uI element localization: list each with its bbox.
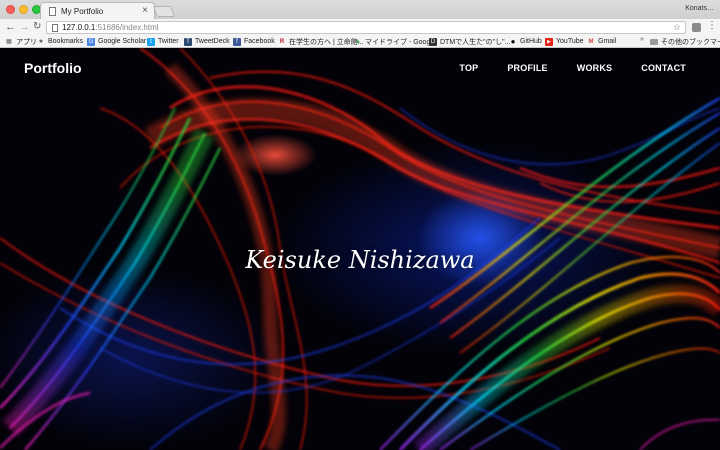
browser-tab-active[interactable]: My Portfolio × [40,2,155,19]
folder-icon [650,38,658,45]
google-drive-icon: ▲ [355,38,361,45]
ritsumeikan-icon: R [279,38,285,45]
bookmark-label: その他のブックマーク [661,38,720,46]
reload-icon[interactable]: ↻ [33,20,41,34]
bookmark-label: YouTube [556,38,584,45]
hero-name-heading: Keisuke Nishizawa [245,246,475,274]
nav-link-profile[interactable]: PROFILE [507,63,547,73]
bookmark-label: 在学生の方へ | 立命館... [289,38,364,46]
bookmark-label: DTMで人生た"の"し"... [440,38,511,46]
nav-link-top[interactable]: TOP [459,63,478,73]
browser-toolbar: ← → ↻ 127.0.0.1:51686/index.html ☆ ⋮ [0,19,720,35]
profile-name[interactable]: Konats… [685,5,714,12]
bookmarks-bar: ▦ アプリ ★ Bookmarks G Google Scholar t Twi… [0,35,720,48]
magenta-light-streams [0,391,720,450]
bookmark-google-drive[interactable]: ▲ マイドライブ - Googl... [354,36,438,47]
bookmark-other-folder[interactable]: その他のブックマーク [650,36,720,47]
apps-grid-icon: ▦ [6,38,12,45]
bookmark-label: アプリ [16,38,37,46]
bookmark-label: GitHub [520,38,542,45]
bookmarks-overflow-chevron-icon[interactable]: » [640,36,644,43]
bookmark-github[interactable]: ● GitHub [509,36,542,47]
bookmark-star-icon[interactable]: ☆ [673,22,681,33]
bookmark-ritsumeikan[interactable]: R 在学生の方へ | 立命館... [278,36,364,47]
tab-close-icon[interactable]: × [142,5,148,16]
nav-link-works[interactable]: WORKS [577,63,613,73]
bookmark-apps[interactable]: ▦ アプリ [5,36,37,47]
site-navigation: TOP PROFILE WORKS CONTACT [430,63,686,73]
bookmark-youtube[interactable]: ▶ YouTube [545,36,584,47]
close-window-button[interactable] [6,5,15,14]
bookmark-label: Gmail [598,38,617,45]
tweetdeck-icon: T [184,37,192,46]
back-arrow-icon[interactable]: ← [5,20,16,34]
minimize-window-button[interactable] [19,5,28,14]
bookmark-gmail[interactable]: M Gmail [587,36,617,47]
bookmark-label: Google Scholar [98,38,147,45]
bookmark-google-scholar[interactable]: G Google Scholar [87,36,146,47]
address-url[interactable]: 127.0.0.1:51686/index.html [62,23,159,32]
bookmark-label: Twitter [158,38,179,45]
page-icon [49,7,56,16]
nav-link-contact[interactable]: CONTACT [641,63,686,73]
url-path: :51686/index.html [95,23,159,32]
dtm-icon: D [429,37,437,46]
github-icon: ● [510,36,516,46]
bookmark-twitter[interactable]: t Twitter [147,36,179,47]
bookmark-label: マイドライブ - Googl... [365,38,438,46]
facebook-icon: f [233,37,241,46]
portfolio-page: Portfolio TOP PROFILE WORKS CONTACT Keis… [0,48,720,450]
star-icon: ★ [38,38,44,45]
bookmark-facebook[interactable]: f Facebook [233,36,275,47]
browser-menu-icon[interactable]: ⋮ [707,20,717,31]
site-logo[interactable]: Portfolio [24,60,82,76]
rainbow-glow-left [2,128,214,436]
browser-tab-bar: My Portfolio × Konats… [0,0,720,19]
url-host: 127.0.0.1 [62,23,96,32]
page-info-icon[interactable] [52,24,58,32]
extension-icon[interactable] [692,23,701,32]
bookmark-label: Facebook [244,38,275,45]
scholar-icon: G [87,37,95,46]
bookmark-tweetdeck[interactable]: T TweetDeck [184,36,230,47]
bookmark-label: Bookmarks [48,38,84,45]
bookmark-dtm[interactable]: D DTMで人生た"の"し"... [429,36,510,47]
twitter-bird-icon: t [147,37,155,46]
address-bar[interactable]: 127.0.0.1:51686/index.html ☆ [46,21,686,34]
new-tab-button[interactable] [152,6,176,17]
bookmark-label: TweetDeck [195,38,230,45]
gmail-icon: M [588,38,594,45]
youtube-icon: ▶ [545,37,553,46]
tab-title: My Portfolio [61,7,104,16]
forward-arrow-icon[interactable]: → [19,20,30,34]
bookmark-bookmarks[interactable]: ★ Bookmarks [37,36,83,47]
